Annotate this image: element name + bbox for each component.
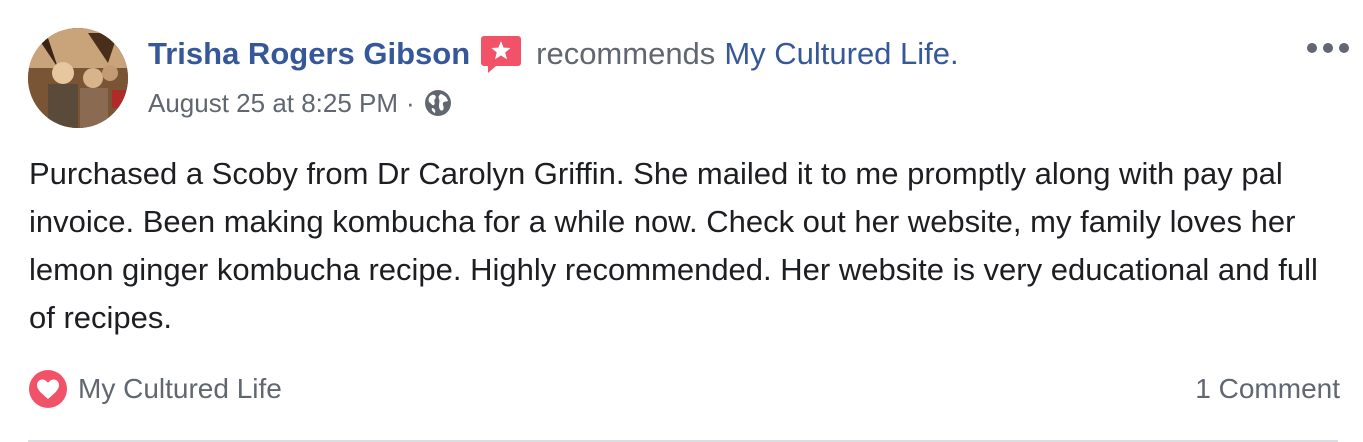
recommended-page-link[interactable]: My Cultured Life. [724, 36, 958, 72]
comment-count[interactable]: 1 Comment [1195, 368, 1340, 410]
star-speech-bubble-icon [480, 33, 522, 75]
author-avatar[interactable] [28, 28, 128, 128]
post-meta: August 25 at 8:25 PM · [148, 86, 453, 120]
recommendation-post: Trisha Rogers Gibson recommends My Cultu… [0, 0, 1363, 442]
post-body: Purchased a Scoby from Dr Carolyn Griffi… [29, 156, 1318, 335]
meta-separator: · [406, 87, 415, 118]
more-options-icon[interactable] [1306, 36, 1350, 60]
footer-page-name: My Cultured Life [78, 373, 282, 404]
page-footer-link[interactable]: My Cultured Life [28, 368, 282, 410]
avatar-photo [28, 28, 128, 128]
heart-icon [28, 369, 68, 409]
action-verb: recommends [536, 36, 716, 71]
post-header: Trisha Rogers Gibson recommends My Cultu… [148, 32, 959, 76]
globe-icon[interactable] [423, 88, 453, 118]
post-timestamp[interactable]: August 25 at 8:25 PM [148, 88, 398, 119]
author-name[interactable]: Trisha Rogers Gibson [148, 36, 470, 72]
